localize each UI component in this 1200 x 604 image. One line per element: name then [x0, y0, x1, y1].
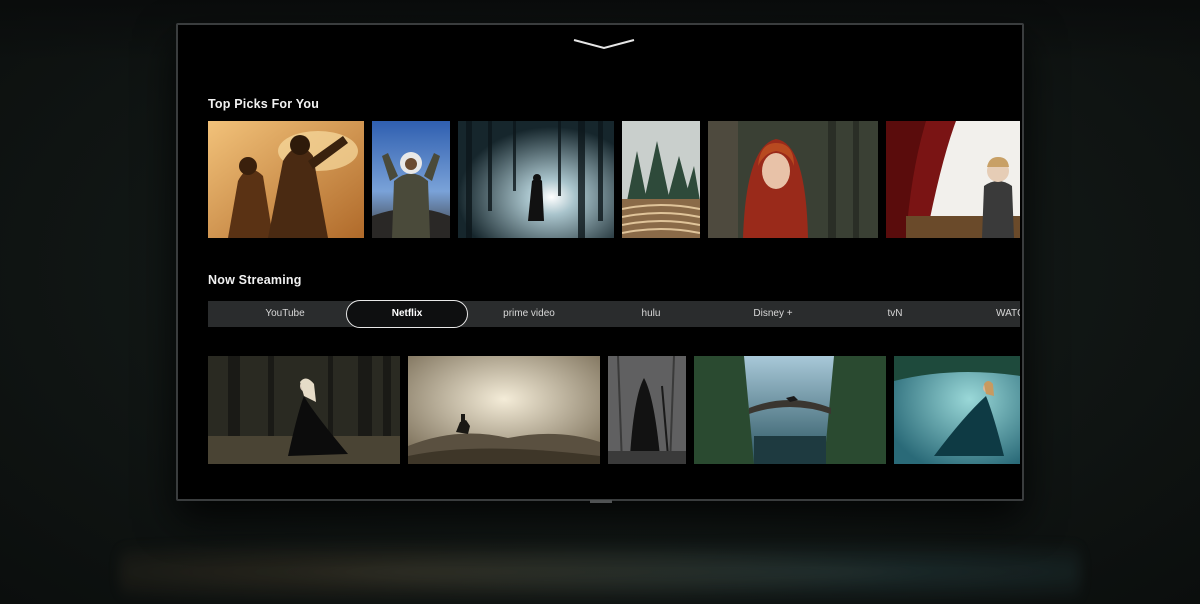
floor-reflection	[120, 530, 1080, 600]
chevron-down-icon[interactable]	[572, 37, 636, 51]
pick-red-hood-girl[interactable]	[708, 121, 878, 238]
stream-rider-hills[interactable]	[408, 356, 600, 464]
pick-theater-girl[interactable]	[886, 121, 1020, 238]
now-streaming-title: Now Streaming	[208, 273, 302, 287]
tab-disney-plus[interactable]: Disney +	[714, 301, 832, 327]
pick-foggy-forest-light[interactable]	[458, 121, 614, 238]
tv-frame: Top Picks For You Now Streaming YouTube …	[176, 23, 1024, 501]
tab-youtube[interactable]: YouTube	[208, 301, 362, 327]
tab-netflix[interactable]: Netflix	[346, 300, 468, 328]
pick-maze-forest[interactable]	[622, 121, 700, 238]
top-picks-title: Top Picks For You	[208, 97, 320, 111]
tab-hulu[interactable]: hulu	[592, 301, 710, 327]
tab-prime-video[interactable]: prime video	[470, 301, 588, 327]
tab-watcha[interactable]: WATCHA	[968, 301, 1020, 327]
stream-blue-forest-gown[interactable]	[894, 356, 1020, 464]
pick-astronaut[interactable]	[372, 121, 450, 238]
streaming-tab-bar: YouTube Netflix prime video hulu Disney …	[208, 300, 1020, 328]
tab-tvn[interactable]: tvN	[836, 301, 954, 327]
tv-screen: Top Picks For You Now Streaming YouTube …	[180, 27, 1020, 495]
pick-desert-couple[interactable]	[208, 121, 364, 238]
stream-dark-forest-woman[interactable]	[208, 356, 400, 464]
stream-canyon-bridge[interactable]	[694, 356, 886, 464]
tv-stand	[590, 500, 612, 503]
stream-hooded-figure[interactable]	[608, 356, 686, 464]
